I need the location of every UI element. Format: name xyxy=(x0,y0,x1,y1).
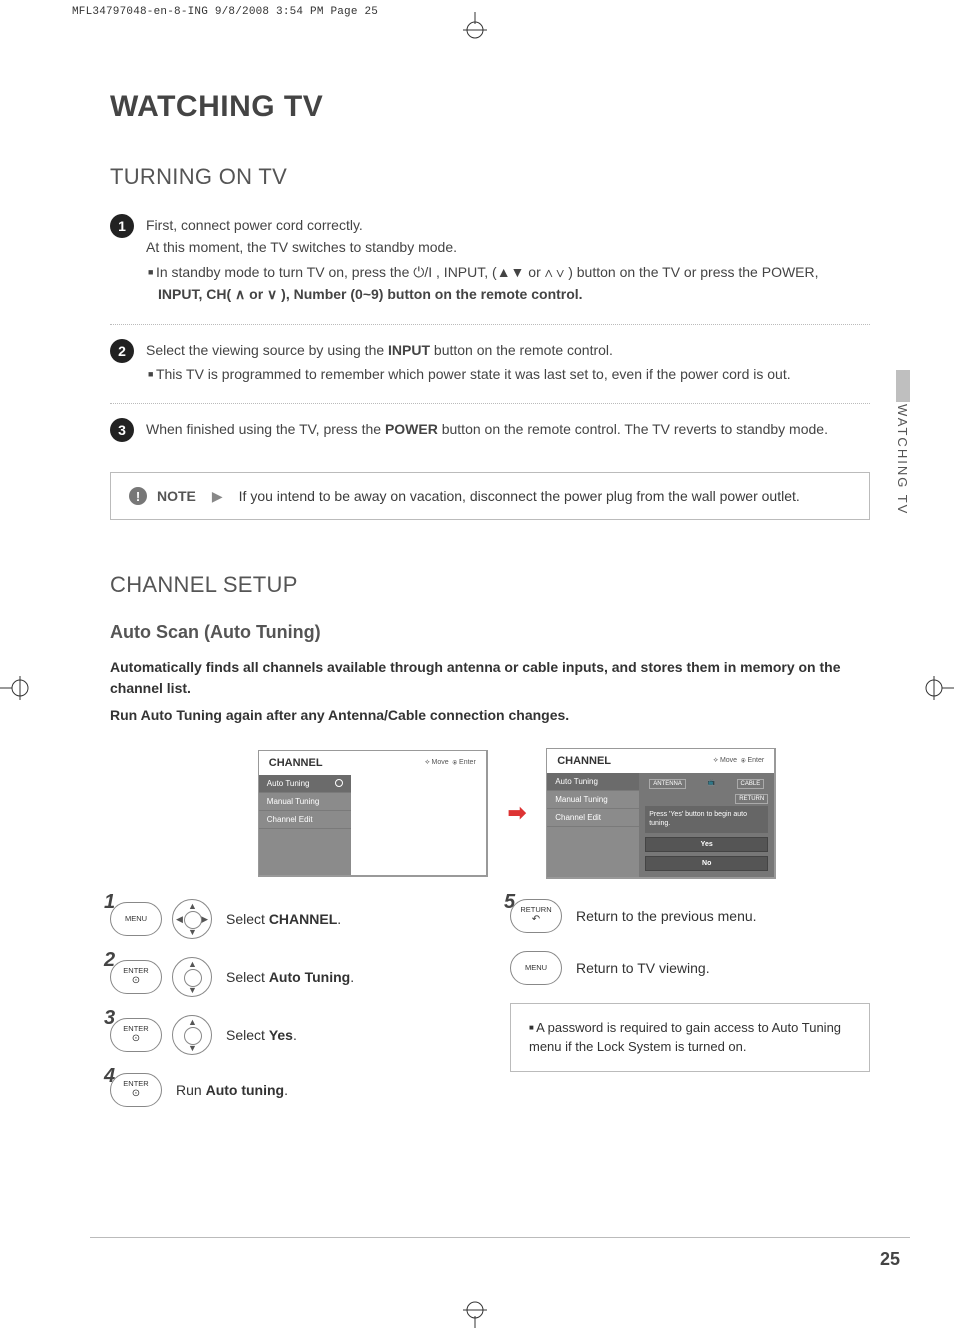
step-num-5: 5 xyxy=(504,891,515,914)
step1-line-b: At this moment, the TV switches to stand… xyxy=(146,239,457,255)
menu-button-icon: MENU xyxy=(510,951,562,985)
dpad-icon: ▲▼ xyxy=(172,1015,212,1055)
step1-line-a: First, connect power cord correctly. xyxy=(146,217,363,233)
tv-icon: 📺 xyxy=(707,779,714,789)
step3-text: When finished using the TV, press the PO… xyxy=(146,421,828,437)
print-meta-header: MFL34797048-en-8-ING 9/8/2008 3:54 PM Pa… xyxy=(72,6,378,18)
step-num-2: 2 xyxy=(104,949,115,972)
osd-panel-right: CHANNEL ⟡ Move ⦿ Enter Auto Tuning Manua… xyxy=(546,748,776,878)
remote-step4-text: Run Auto tuning. xyxy=(176,1082,288,1098)
osd-item-channel-edit: Channel Edit xyxy=(547,809,639,827)
osd-title: CHANNEL xyxy=(269,757,323,769)
section-turning-on: TURNING ON TV xyxy=(110,164,870,190)
step1-sub-pre: In standby mode to turn TV on, press the xyxy=(156,264,413,280)
footer-rule xyxy=(90,1237,910,1238)
osd-hint: ⟡ Move ⦿ Enter xyxy=(713,757,764,765)
step1-sub-d: INPUT, CH( ∧ or ∨ ), Number (0~9) button… xyxy=(158,286,583,302)
page-title: WATCHING TV xyxy=(110,90,870,124)
osd-return-label: RETURN xyxy=(735,794,768,804)
remote-step3-text: Select Yes. xyxy=(226,1027,297,1043)
osd-no-button: No xyxy=(645,856,768,871)
remote-step2-text: Select Auto Tuning. xyxy=(226,969,354,985)
step-2: 2 Select the viewing source by using the… xyxy=(110,339,870,400)
side-tab-label: WATCHING TV xyxy=(895,404,910,515)
separator xyxy=(110,324,870,325)
enter-button-icon: ENTER⊙ xyxy=(110,1018,162,1052)
step-num-4: 4 xyxy=(104,1065,115,1088)
crop-mark-right xyxy=(922,658,954,718)
info-text: A password is required to gain access to… xyxy=(529,1020,841,1055)
step2-line-a: Select the viewing source by using the I… xyxy=(146,342,613,358)
osd-item-manual-tuning: Manual Tuning xyxy=(259,793,351,811)
return-button-icon: RETURN↶ xyxy=(510,899,562,933)
step1-sub-mid: , INPUT, (▲▼ or ∧ ∨ ) button on the TV o… xyxy=(436,264,818,280)
auto-scan-desc-1: Automatically finds all channels availab… xyxy=(110,657,870,699)
osd-cable-label: CABLE xyxy=(737,779,765,789)
step-bullet-1: 1 xyxy=(110,214,134,238)
remote-step-2: 2 ENTER⊙ ▲▼ Select Auto Tuning. xyxy=(110,957,470,997)
step-bullet-3: 3 xyxy=(110,418,134,442)
note-arrow-icon: ▶ xyxy=(212,488,223,505)
osd-item-manual-tuning: Manual Tuning xyxy=(547,791,639,809)
arrow-right-icon: ➡ xyxy=(508,800,526,826)
note-label: NOTE xyxy=(157,488,196,504)
osd-illustration-row: CHANNEL ⟡ Move ⦿ Enter Auto Tuning Manua… xyxy=(164,748,870,878)
enter-button-icon: ENTER⊙ xyxy=(110,1073,162,1107)
osd-item-channel-edit: Channel Edit xyxy=(259,811,351,829)
osd-item-auto-tuning: Auto Tuning xyxy=(547,773,639,791)
subsection-auto-scan: Auto Scan (Auto Tuning) xyxy=(110,622,870,643)
step-3: 3 When finished using the TV, press the … xyxy=(110,418,870,456)
osd-prompt: Press 'Yes' button to begin auto tuning. xyxy=(645,806,768,832)
step-num-3: 3 xyxy=(104,1007,115,1030)
side-tab-marker xyxy=(896,370,910,402)
osd-hint: ⟡ Move ⦿ Enter xyxy=(425,759,476,767)
remote-step-4: 4 ENTER⊙ Run Auto tuning. xyxy=(110,1073,470,1107)
crop-mark-bottom xyxy=(445,1298,505,1328)
osd-title: CHANNEL xyxy=(557,755,611,767)
osd-panel-left: CHANNEL ⟡ Move ⦿ Enter Auto Tuning Manua… xyxy=(258,750,488,877)
remote-step-3: 3 ENTER⊙ ▲▼ Select Yes. xyxy=(110,1015,470,1055)
dpad-icon: ▲▼◀▶ xyxy=(172,899,212,939)
remote-step-1: 1 MENU ▲▼◀▶ Select CHANNEL. xyxy=(110,899,470,939)
remote-step-5: 5 RETURN↶ Return to the previous menu. xyxy=(510,899,870,933)
page-number: 25 xyxy=(880,1249,900,1270)
menu-button-icon: MENU xyxy=(110,902,162,936)
crop-mark-top xyxy=(445,12,505,42)
separator xyxy=(110,403,870,404)
step2-sub: This TV is programmed to remember which … xyxy=(146,363,870,385)
note-text: If you intend to be away on vacation, di… xyxy=(239,488,800,504)
osd-yes-button: Yes xyxy=(645,837,768,852)
crop-mark-left xyxy=(0,658,32,718)
dpad-icon: ▲▼ xyxy=(172,957,212,997)
note-box: ! NOTE ▶ If you intend to be away on vac… xyxy=(110,472,870,520)
remote-step-menu: MENU Return to TV viewing. xyxy=(510,951,870,985)
step-num-1: 1 xyxy=(104,891,115,914)
auto-scan-desc-2: Run Auto Tuning again after any Antenna/… xyxy=(110,705,870,726)
power-icon: ⏻/I xyxy=(413,264,432,280)
step-1: 1 First, connect power cord correctly. A… xyxy=(110,214,870,320)
osd-dot-icon xyxy=(335,779,343,787)
osd-item-auto-tuning: Auto Tuning xyxy=(259,775,351,793)
step-bullet-2: 2 xyxy=(110,339,134,363)
note-icon: ! xyxy=(129,487,147,505)
remote-step6-text: Return to TV viewing. xyxy=(576,960,710,976)
remote-step1-text: Select CHANNEL. xyxy=(226,911,341,927)
step1-sub: In standby mode to turn TV on, press the… xyxy=(146,261,870,306)
section-channel-setup: CHANNEL SETUP xyxy=(110,572,870,598)
enter-button-icon: ENTER⊙ xyxy=(110,960,162,994)
osd-antenna-label: ANTENNA xyxy=(649,779,686,789)
password-info-box: A password is required to gain access to… xyxy=(510,1003,870,1072)
remote-step5-text: Return to the previous menu. xyxy=(576,908,757,924)
